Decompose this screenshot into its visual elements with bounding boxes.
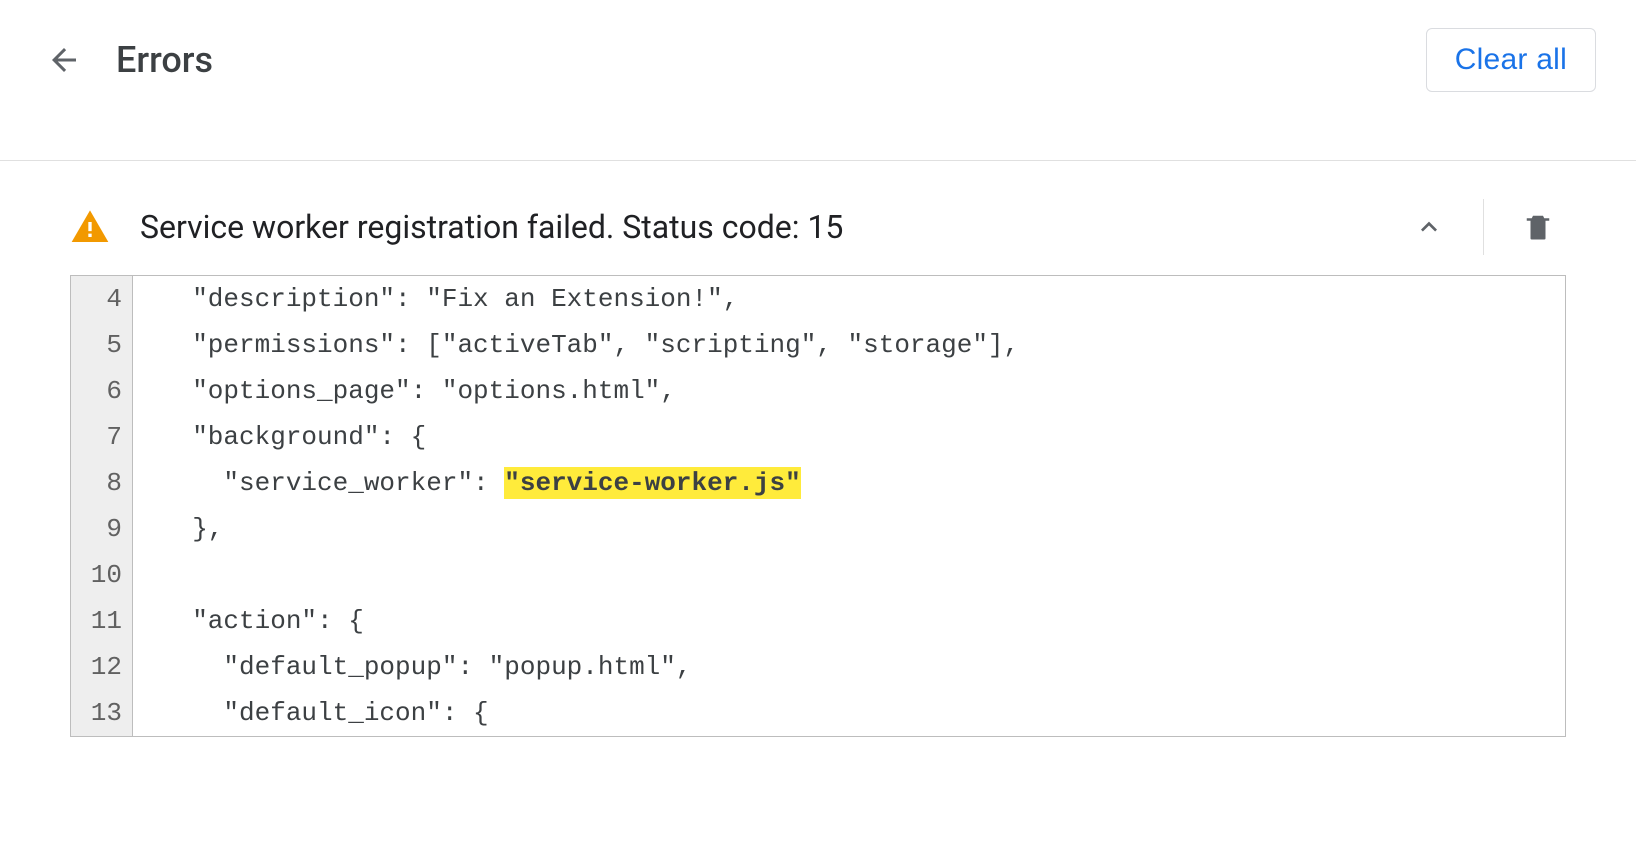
line-content: "default_popup": "popup.html", [133, 644, 692, 690]
error-actions [1401, 199, 1566, 255]
line-content: }, [133, 506, 223, 552]
highlighted-text: "service-worker.js" [504, 467, 800, 499]
error-card: Service worker registration failed. Stat… [0, 187, 1636, 737]
page-title: Errors [116, 39, 1426, 81]
line-number: 5 [71, 322, 133, 368]
delete-error-button[interactable] [1510, 199, 1566, 255]
arrow-left-icon [46, 42, 82, 78]
collapse-button[interactable] [1401, 199, 1457, 255]
line-number: 11 [71, 598, 133, 644]
line-number: 4 [71, 276, 133, 322]
trash-icon [1523, 210, 1553, 244]
back-button[interactable] [40, 36, 88, 84]
error-header: Service worker registration failed. Stat… [70, 187, 1566, 275]
divider [0, 160, 1636, 161]
line-number: 10 [71, 552, 133, 598]
line-content: "permissions": ["activeTab", "scripting"… [133, 322, 1019, 368]
line-number: 6 [71, 368, 133, 414]
line-content: "service_worker": "service-worker.js" [133, 460, 801, 506]
line-content: "default_icon": { [133, 690, 489, 736]
clear-all-button[interactable]: Clear all [1426, 28, 1596, 92]
line-content [133, 552, 161, 598]
code-line: 6 "options_page": "options.html", [71, 368, 1565, 414]
line-number: 7 [71, 414, 133, 460]
code-line: 10 [71, 552, 1565, 598]
code-line: 4 "description": "Fix an Extension!", [71, 276, 1565, 322]
code-line: 9 }, [71, 506, 1565, 552]
code-snippet: 4 "description": "Fix an Extension!",5 "… [70, 275, 1566, 737]
line-content: "options_page": "options.html", [133, 368, 676, 414]
chevron-up-icon [1413, 211, 1445, 243]
line-number: 9 [71, 506, 133, 552]
code-line: 7 "background": { [71, 414, 1565, 460]
code-line: 11 "action": { [71, 598, 1565, 644]
warning-icon [70, 207, 110, 247]
code-line: 13 "default_icon": { [71, 690, 1565, 736]
code-line: 8 "service_worker": "service-worker.js" [71, 460, 1565, 506]
line-number: 8 [71, 460, 133, 506]
line-content: "background": { [133, 414, 426, 460]
code-line: 5 "permissions": ["activeTab", "scriptin… [71, 322, 1565, 368]
line-number: 13 [71, 690, 133, 736]
error-message: Service worker registration failed. Stat… [140, 208, 1401, 246]
vertical-separator [1483, 199, 1484, 255]
line-content: "action": { [133, 598, 364, 644]
code-line: 12 "default_popup": "popup.html", [71, 644, 1565, 690]
line-number: 12 [71, 644, 133, 690]
line-content: "description": "Fix an Extension!", [133, 276, 738, 322]
page-header: Errors Clear all [0, 0, 1636, 112]
